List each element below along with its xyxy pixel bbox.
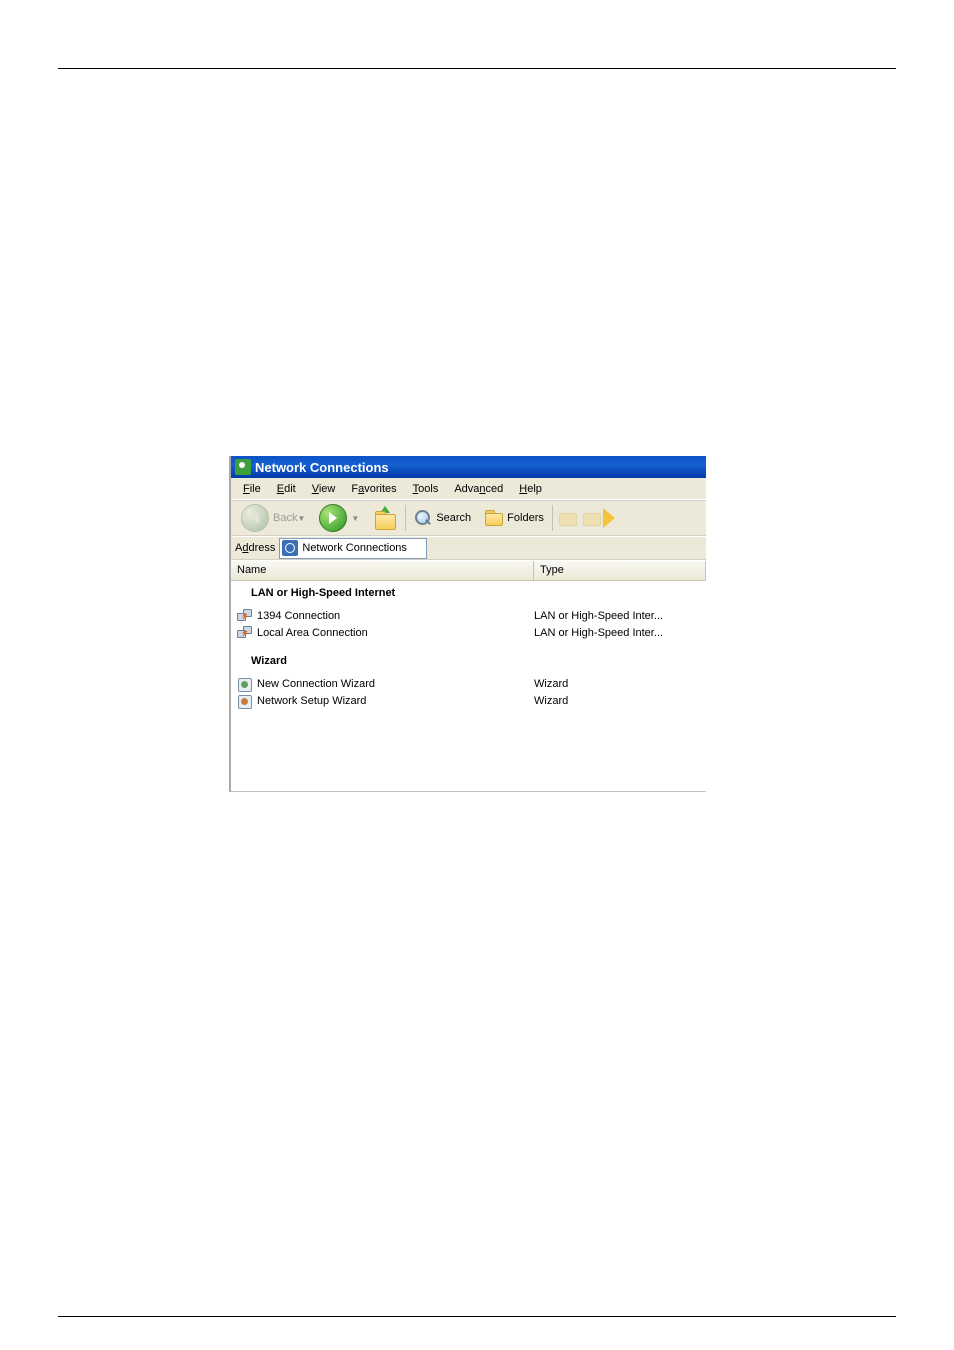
menu-edit[interactable]: Edit (269, 480, 304, 498)
item-type: Wizard (534, 678, 568, 690)
menu-view[interactable]: View (304, 480, 344, 498)
menu-help[interactable]: Help (511, 480, 550, 498)
search-button[interactable]: Search (408, 503, 477, 533)
list-item[interactable]: 1394 Connection LAN or High-Speed Inter.… (231, 607, 706, 624)
connection-icon (237, 609, 253, 623)
item-name: New Connection Wizard (257, 678, 375, 690)
toolbar-overflow-icon[interactable] (603, 506, 617, 530)
column-header-type[interactable]: Type (534, 561, 706, 580)
item-type: Wizard (534, 695, 568, 707)
toolbar-separator-2 (552, 505, 553, 531)
folders-icon (483, 509, 503, 527)
list-area: LAN or High-Speed Internet 1394 Connecti… (231, 581, 706, 792)
address-icon (282, 540, 298, 556)
back-dropdown-icon: ▼ (297, 514, 305, 523)
item-name: Local Area Connection (257, 627, 368, 639)
list-item[interactable]: Local Area Connection LAN or High-Speed … (231, 624, 706, 641)
toolbar: Back ▼ ▼ Search Folders (231, 500, 706, 536)
address-bar: Address Network Connections (231, 536, 706, 560)
back-button[interactable]: Back ▼ (235, 503, 313, 533)
group-header-lan: LAN or High-Speed Internet (231, 581, 706, 601)
toolbar-extra-icon-2[interactable] (581, 509, 601, 527)
column-header-name[interactable]: Name (231, 561, 534, 580)
menu-tools[interactable]: Tools (405, 480, 447, 498)
header-rule (58, 68, 896, 69)
list-item[interactable]: Network Setup Wizard Wizard (231, 692, 706, 709)
address-label: Address (235, 542, 275, 554)
back-icon (241, 504, 269, 532)
item-type: LAN or High-Speed Inter... (534, 627, 663, 639)
wizard-icon (237, 677, 253, 691)
back-label: Back (273, 512, 297, 524)
menubar: File Edit View Favorites Tools Advanced … (231, 478, 706, 500)
search-icon (414, 509, 432, 527)
menu-file[interactable]: File (235, 480, 269, 498)
forward-button[interactable]: ▼ (313, 503, 367, 533)
up-button[interactable] (367, 503, 403, 533)
group-header-wizard: Wizard (231, 649, 706, 669)
list-item[interactable]: New Connection Wizard Wizard (231, 675, 706, 692)
folders-button[interactable]: Folders (477, 503, 550, 533)
up-icon (373, 506, 397, 530)
item-name: 1394 Connection (257, 610, 340, 622)
page: Network Connections File Edit View Favor… (0, 68, 954, 69)
window-title: Network Connections (255, 460, 389, 475)
connection-icon (237, 626, 253, 640)
app-icon (235, 459, 251, 475)
item-name: Network Setup Wizard (257, 695, 366, 707)
forward-dropdown-icon: ▼ (351, 514, 359, 523)
menu-favorites[interactable]: Favorites (343, 480, 404, 498)
toolbar-extra-icon-1[interactable] (557, 509, 577, 527)
setup-wizard-icon (237, 694, 253, 708)
folders-label: Folders (507, 512, 544, 524)
footer-rule (58, 1316, 896, 1317)
toolbar-separator-1 (405, 505, 406, 531)
titlebar[interactable]: Network Connections (231, 456, 706, 478)
column-headers: Name Type (231, 560, 706, 581)
menu-advanced[interactable]: Advanced (446, 480, 511, 498)
address-value: Network Connections (302, 542, 407, 554)
forward-icon (319, 504, 347, 532)
address-field[interactable]: Network Connections (279, 538, 427, 559)
window-network-connections: Network Connections File Edit View Favor… (229, 456, 706, 792)
search-label: Search (436, 512, 471, 524)
item-type: LAN or High-Speed Inter... (534, 610, 663, 622)
